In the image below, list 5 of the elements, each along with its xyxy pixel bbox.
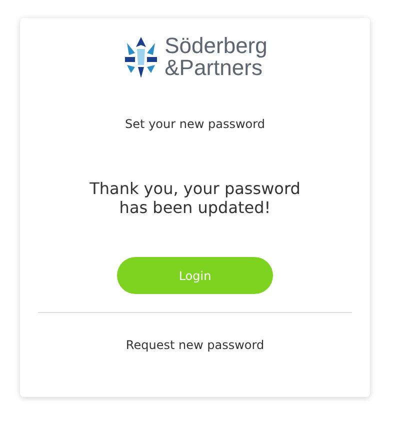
request-password-link[interactable]: Request new password — [126, 338, 264, 352]
success-message: Thank you, your password has been updated! — [88, 179, 302, 217]
page-heading: Set your new password — [125, 117, 265, 131]
logo-icon — [122, 35, 159, 79]
logo-wordmark: Söderberg &Partners — [164, 35, 268, 79]
